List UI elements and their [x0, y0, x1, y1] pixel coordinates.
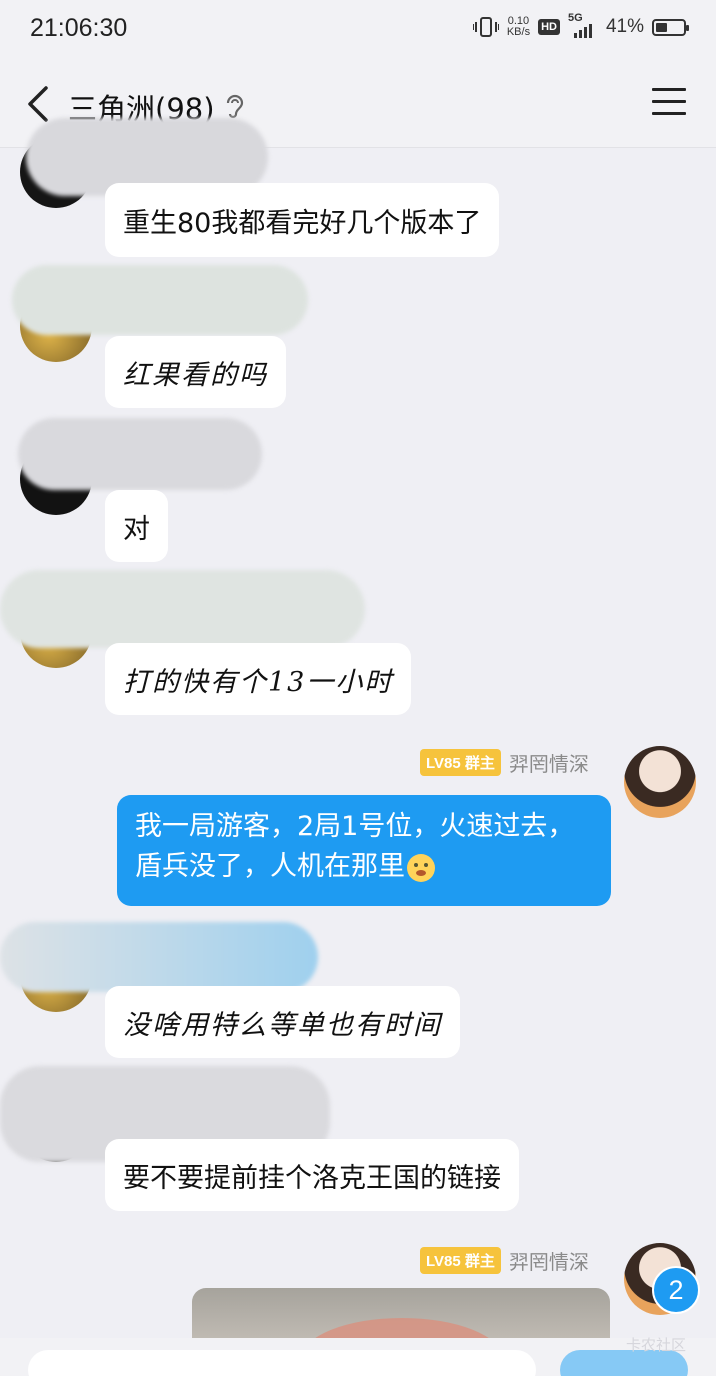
blurred-sender-name — [0, 922, 318, 992]
ear-icon — [226, 94, 244, 119]
message-bubble-outgoing[interactable]: 我一局游客，2局1号位，火速过去，盾兵没了，人机在那里 — [117, 795, 611, 906]
unread-count-badge[interactable]: 2 — [652, 1266, 700, 1314]
message-bubble[interactable]: 重生80我都看完好几个版本了 — [105, 183, 500, 257]
status-time: 21:06:30 — [30, 14, 128, 42]
net-speed: 0.10 KB/s — [506, 15, 531, 38]
message-bubble[interactable]: 没啥用特么等单也有时间 — [105, 986, 460, 1058]
menu-icon[interactable] — [652, 88, 686, 118]
smile-emoji-icon — [407, 853, 435, 882]
my-avatar[interactable] — [624, 746, 696, 818]
message-input[interactable] — [28, 1350, 536, 1376]
watermark: 卡农社区 — [626, 1337, 687, 1354]
blurred-sender-name — [18, 418, 262, 490]
hd-icon: HD — [538, 19, 560, 35]
blurred-sender-name — [0, 570, 365, 648]
input-bar — [0, 1338, 716, 1376]
sender-name: 羿罔情深 — [508, 752, 589, 776]
signal-icon: 5G — [568, 12, 598, 38]
status-bar: 21:06:30 0.10 KB/s HD 5G 41% — [0, 0, 716, 58]
message-bubble[interactable]: 要不要提前挂个洛克王国的链接 — [105, 1139, 519, 1211]
battery-percent: 41% — [605, 16, 644, 37]
sender-meta: LV85 群主 羿罔情深 — [420, 748, 589, 777]
message-bubble[interactable]: 对 — [105, 490, 168, 562]
level-badge: LV85 群主 — [420, 749, 501, 776]
vibrate-icon — [472, 17, 499, 37]
message-bubble[interactable]: 打的快有个13一小时 — [105, 643, 412, 715]
message-bubble[interactable]: 红果看的吗 — [105, 336, 286, 408]
sender-meta: LV85 群主 羿罔情深 — [420, 1246, 589, 1275]
status-icons: 0.10 KB/s HD 5G 41% — [472, 12, 689, 38]
blurred-sender-name — [12, 265, 308, 335]
sender-name: 羿罔情深 — [508, 1250, 589, 1274]
battery-icon — [652, 18, 689, 36]
level-badge: LV85 群主 — [420, 1247, 501, 1274]
